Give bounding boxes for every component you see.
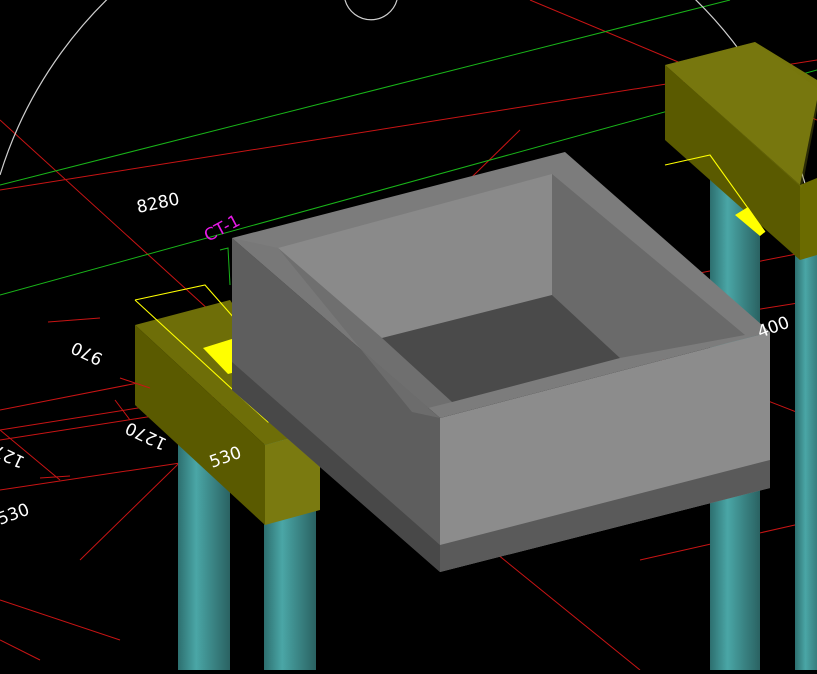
dimension-8280: 8280 (135, 189, 181, 218)
dimension-1270: 1270 (0, 435, 28, 471)
dimension-400: 400 (755, 313, 792, 343)
pile[interactable] (795, 245, 817, 670)
cad-3d-viewport[interactable]: CT-1 8280 970 1270 530 1270 530 400 (0, 0, 817, 671)
model-canvas[interactable]: CT-1 8280 970 1270 530 1270 530 400 (0, 0, 817, 671)
dimension-970: 970 (68, 337, 106, 369)
dimension-530: 530 (0, 500, 32, 530)
